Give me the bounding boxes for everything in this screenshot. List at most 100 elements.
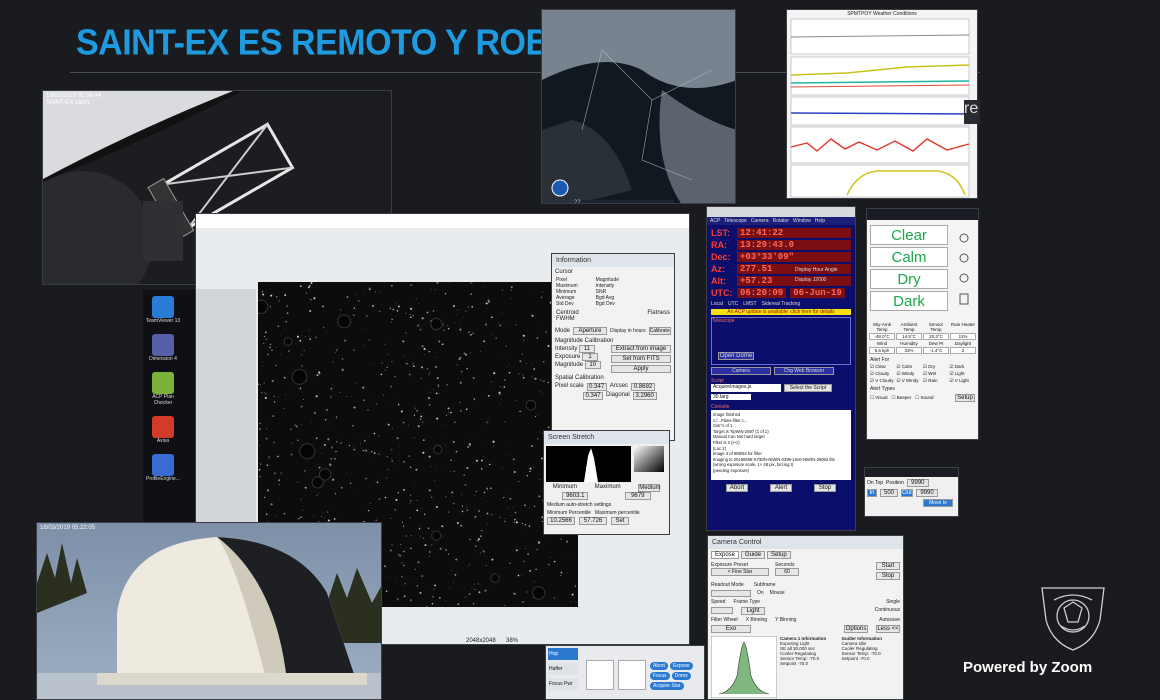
- select-script-button[interactable]: Select the Script: [784, 384, 832, 392]
- mode-select[interactable]: Aperture: [573, 327, 608, 335]
- calibrate-button[interactable]: Calibrate: [648, 327, 671, 335]
- autosave-check[interactable]: Autosave: [879, 617, 900, 623]
- acp-menu-item[interactable]: Telescope: [724, 218, 747, 224]
- alert-checkbox[interactable]: ☑ Rain: [923, 378, 949, 384]
- pixel-scale-x[interactable]: 0.347: [586, 383, 607, 391]
- alert-checkbox[interactable]: ☑ Dark: [950, 364, 976, 370]
- alert-type-checkbox[interactable]: ☐ Sound: [915, 395, 933, 401]
- abort-button[interactable]: Abort: [726, 484, 748, 492]
- desktop-icon[interactable]: ACP Plan Checker: [145, 372, 181, 406]
- acp-menu-item[interactable]: Window: [793, 218, 811, 224]
- bottom-button[interactable]: Abort: [650, 662, 668, 670]
- alert-checkbox[interactable]: ☑ Calm: [897, 364, 923, 370]
- min-pct-value[interactable]: 10.2566: [547, 517, 575, 525]
- bottom-left-item[interactable]: Hop: [548, 648, 578, 660]
- bottom-button[interactable]: Focus: [650, 672, 670, 680]
- display-j2000-check[interactable]: Display J2000: [795, 277, 826, 283]
- acp-menu-item[interactable]: ACP: [710, 218, 720, 224]
- move-to-button[interactable]: Move to: [923, 499, 953, 507]
- alert-checkbox[interactable]: ☑ Clear: [870, 364, 896, 370]
- medium-button[interactable]: Medium: [638, 484, 661, 492]
- options-button[interactable]: Options: [844, 625, 868, 633]
- alert-checkbox[interactable]: ☑ Wet: [923, 371, 949, 377]
- readout-select[interactable]: [711, 590, 751, 597]
- filter-select[interactable]: Exo: [711, 625, 751, 633]
- bottom-button[interactable]: Doms: [671, 672, 691, 680]
- desktop-icon[interactable]: Dimension 4: [145, 334, 181, 362]
- acp-titlebar[interactable]: [707, 207, 855, 217]
- max-value[interactable]: 9679: [624, 492, 651, 500]
- tab-guide[interactable]: Guide: [741, 551, 766, 559]
- continuous-radio[interactable]: Continuous: [875, 607, 900, 615]
- setup-button[interactable]: Setup: [955, 394, 975, 402]
- acp-menu-item[interactable]: Help: [815, 218, 825, 224]
- target-input[interactable]: 9990: [916, 489, 938, 497]
- mouse-check[interactable]: Mouse: [770, 590, 785, 597]
- set-fits-button[interactable]: Set from FITS: [611, 355, 671, 363]
- alert-button[interactable]: Alert: [770, 484, 792, 492]
- magnitude-input[interactable]: 10: [584, 361, 601, 369]
- desktop-icon[interactable]: ProfileEngine...: [145, 454, 181, 482]
- radio-lmst[interactable]: LMST: [743, 301, 756, 307]
- set-button[interactable]: Set: [611, 517, 629, 525]
- focus-out-button[interactable]: Out: [901, 489, 913, 497]
- bottom-left-item[interactable]: Focus Pwr: [548, 678, 578, 690]
- focus-in-button[interactable]: In: [867, 489, 877, 497]
- bottom-left-item[interactable]: Haffer: [548, 663, 578, 675]
- speed-select[interactable]: [711, 607, 733, 614]
- camera-section-button[interactable]: Camera: [711, 367, 771, 375]
- info-title[interactable]: Information: [552, 254, 674, 267]
- tab-expose[interactable]: Expose: [711, 551, 740, 559]
- acp-menu-item[interactable]: Rotator: [773, 218, 789, 224]
- display-hours-check[interactable]: Display in hours: [610, 328, 646, 334]
- alert-checkbox[interactable]: ☑ Cloudy: [870, 371, 896, 377]
- stop-button[interactable]: Stop: [814, 484, 836, 492]
- alert-checkbox[interactable]: ☑ V Light: [950, 378, 976, 384]
- camera-stop-button[interactable]: Stop: [876, 572, 900, 580]
- max-pct-value[interactable]: 57.726: [579, 517, 607, 525]
- alert-checkbox[interactable]: ☑ Dry: [923, 364, 949, 370]
- pixel-scale-y[interactable]: 0.347: [583, 392, 603, 400]
- script-input[interactable]: AcquireImages.js: [711, 384, 781, 392]
- alert-type-checkbox[interactable]: ☐ Beeper: [891, 395, 911, 401]
- apply-button[interactable]: Apply: [611, 365, 671, 373]
- display-hour-angle-check[interactable]: Display Hour Angle: [795, 267, 838, 273]
- chg-browser-button[interactable]: Chg Web Browser: [774, 367, 834, 375]
- sidereal-check[interactable]: Sidereal Tracking: [762, 301, 801, 307]
- exposure-preset-select[interactable]: < Fine Star: [711, 568, 769, 576]
- radio-local[interactable]: Local: [711, 301, 723, 307]
- camera-control-title[interactable]: Camera Control: [708, 536, 903, 549]
- weather-panel-titlebar[interactable]: [867, 209, 978, 220]
- alert-checkbox[interactable]: ☑ Light: [950, 371, 976, 377]
- plan-input[interactable]: 30.targ: [711, 394, 751, 400]
- single-radio[interactable]: Single: [886, 599, 900, 605]
- less-button[interactable]: Less <<: [876, 625, 900, 633]
- on-top-check[interactable]: On Top: [867, 480, 883, 486]
- bottom-button[interactable]: Expose: [669, 662, 693, 670]
- update-banner[interactable]: An ACP update is available: click here f…: [711, 309, 851, 315]
- min-value[interactable]: 9603.1: [562, 492, 589, 500]
- stretch-title[interactable]: Screen Stretch: [544, 431, 669, 444]
- subframe-on-check[interactable]: On: [757, 590, 764, 597]
- acp-menu-item[interactable]: Camera: [751, 218, 769, 224]
- viewer-titlebar[interactable]: [196, 214, 689, 228]
- alert-checkbox[interactable]: ☑ V Windy: [897, 378, 923, 384]
- frame-type-select[interactable]: Light: [741, 607, 765, 615]
- exposure-input[interactable]: 1: [582, 353, 599, 361]
- desktop-icon[interactable]: TeamViewer 13: [145, 296, 181, 324]
- bottom-button[interactable]: Acquire Star: [650, 682, 684, 690]
- move-input[interactable]: 500: [880, 489, 898, 497]
- alert-checkbox[interactable]: ☑ V Cloudy: [870, 378, 896, 384]
- star-dot: [263, 381, 265, 384]
- intensity-input[interactable]: 11: [579, 345, 596, 353]
- alert-checkbox[interactable]: ☑ Windy: [897, 371, 923, 377]
- start-button[interactable]: Start: [876, 562, 900, 570]
- radio-utc[interactable]: UTC: [728, 301, 738, 307]
- tab-setup[interactable]: Setup: [767, 551, 791, 559]
- extract-button[interactable]: Extract from image: [611, 345, 671, 353]
- seconds-input[interactable]: 60: [775, 568, 799, 576]
- open-dome-button[interactable]: Open Dome: [718, 352, 754, 360]
- satellite-toolbar[interactable]: 22: [574, 200, 674, 203]
- alert-type-checkbox[interactable]: ☐ Visual: [870, 395, 887, 401]
- desktop-icon[interactable]: Aviva: [145, 416, 181, 444]
